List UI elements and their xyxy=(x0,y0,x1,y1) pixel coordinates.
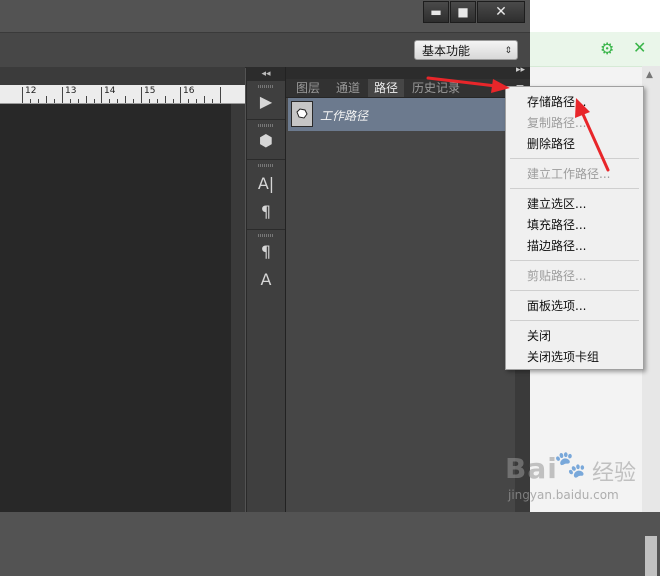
collapsed-panel-dock: ◂◂ ▶ ⬢ A| ¶ ¶ A xyxy=(246,67,285,512)
dock-grip[interactable] xyxy=(258,124,274,127)
browser-top-area xyxy=(530,0,660,32)
path-thumbnail xyxy=(291,101,313,127)
menu-item-panel-options[interactable]: 面板选项... xyxy=(527,298,586,314)
menu-separator xyxy=(510,260,639,261)
paw-icon: 🐾 xyxy=(554,450,587,480)
dock-expand-button[interactable]: ◂◂ xyxy=(247,67,285,81)
dock-grip[interactable] xyxy=(258,85,274,88)
canvas-scrollbar[interactable] xyxy=(231,104,245,512)
menu-separator xyxy=(510,290,639,291)
ruler-label: 14 xyxy=(104,86,116,96)
menu-item-stroke-path[interactable]: 描边路径... xyxy=(527,238,586,254)
panel-collapse-button[interactable]: ▸▸ xyxy=(516,65,525,75)
menu-item-close[interactable]: 关闭 xyxy=(527,328,551,344)
3d-icon[interactable]: ⬢ xyxy=(255,130,277,152)
path-name: 工作路径 xyxy=(320,109,369,123)
ruler-label: 16 xyxy=(183,86,195,96)
watermark-url: jingyan.baidu.com xyxy=(508,488,619,502)
path-row-work-path[interactable]: 工作路径 xyxy=(288,98,511,131)
document-tab-strip xyxy=(0,67,245,85)
tab-channels[interactable]: 通道 xyxy=(328,79,368,97)
menu-item-fill-path[interactable]: 填充路径... xyxy=(527,217,586,233)
gear-icon[interactable]: ⚙ xyxy=(600,39,614,58)
ruler-label: 13 xyxy=(65,86,77,96)
menu-separator xyxy=(510,158,639,159)
paragraph-icon[interactable]: ¶ xyxy=(255,201,277,223)
character-styles-icon[interactable]: A xyxy=(255,269,277,291)
scroll-thumb[interactable] xyxy=(645,536,657,576)
panel-tabs: 图层 通道 路径 历史记录 ≡ xyxy=(286,79,531,98)
paths-panel-menu: 存储路径... 复制路径... 删除路径 建立工作路径... 建立选区... 填… xyxy=(505,86,644,370)
close-icon[interactable]: ✕ xyxy=(633,38,646,57)
paths-panel: ▸▸ 图层 通道 路径 历史记录 ≡ 工作路径 xyxy=(285,65,531,512)
tab-paths[interactable]: 路径 xyxy=(368,79,404,97)
menu-item-delete-path[interactable]: 删除路径 xyxy=(527,136,575,152)
select-arrows-icon: ⇕ xyxy=(504,46,512,56)
menu-separator xyxy=(510,188,639,189)
menu-item-save-path[interactable]: 存储路径... xyxy=(527,94,586,110)
notification-bar: ⚙ ✕ xyxy=(530,32,660,67)
document-canvas[interactable] xyxy=(0,104,231,512)
paragraph-styles-icon[interactable]: ¶ xyxy=(255,241,277,263)
menu-item-make-selection[interactable]: 建立选区... xyxy=(527,196,586,212)
watermark-text: 经验 xyxy=(592,461,637,486)
scroll-up-icon[interactable]: ▲ xyxy=(646,70,653,80)
close-button[interactable]: ✕ xyxy=(477,1,525,23)
panel-header: ▸▸ xyxy=(286,65,531,79)
workspace-select[interactable]: 基本功能 ⇕ xyxy=(414,40,518,60)
browser-scrollbar[interactable]: ▲ xyxy=(642,66,660,576)
maximize-button[interactable]: ■ xyxy=(450,1,476,23)
menu-item-close-tab-group[interactable]: 关闭选项卡组 xyxy=(527,349,599,365)
ruler-label: 12 xyxy=(25,86,37,96)
horizontal-ruler: 12 13 14 15 16 xyxy=(0,85,245,104)
menu-separator xyxy=(510,320,639,321)
menu-item-make-work-path[interactable]: 建立工作路径... xyxy=(527,166,610,182)
ruler-label: 15 xyxy=(144,86,156,96)
character-icon[interactable]: A| xyxy=(255,173,277,195)
menu-item-clipping-path[interactable]: 剪贴路径... xyxy=(527,268,586,284)
dock-grip[interactable] xyxy=(258,234,274,237)
dock-grip[interactable] xyxy=(258,164,274,167)
menu-item-duplicate-path[interactable]: 复制路径... xyxy=(527,115,586,131)
options-bar: 基本功能 ⇕ xyxy=(0,32,530,68)
tab-history[interactable]: 历史记录 xyxy=(406,79,466,97)
title-bar: ▬ ■ ✕ xyxy=(0,0,530,32)
workspace-value: 基本功能 xyxy=(422,44,471,58)
path-shape-icon xyxy=(296,108,308,119)
play-icon[interactable]: ▶ xyxy=(255,91,277,113)
watermark-logo: Bai xyxy=(505,452,558,485)
tab-layers[interactable]: 图层 xyxy=(288,79,328,97)
minimize-button[interactable]: ▬ xyxy=(423,1,449,23)
